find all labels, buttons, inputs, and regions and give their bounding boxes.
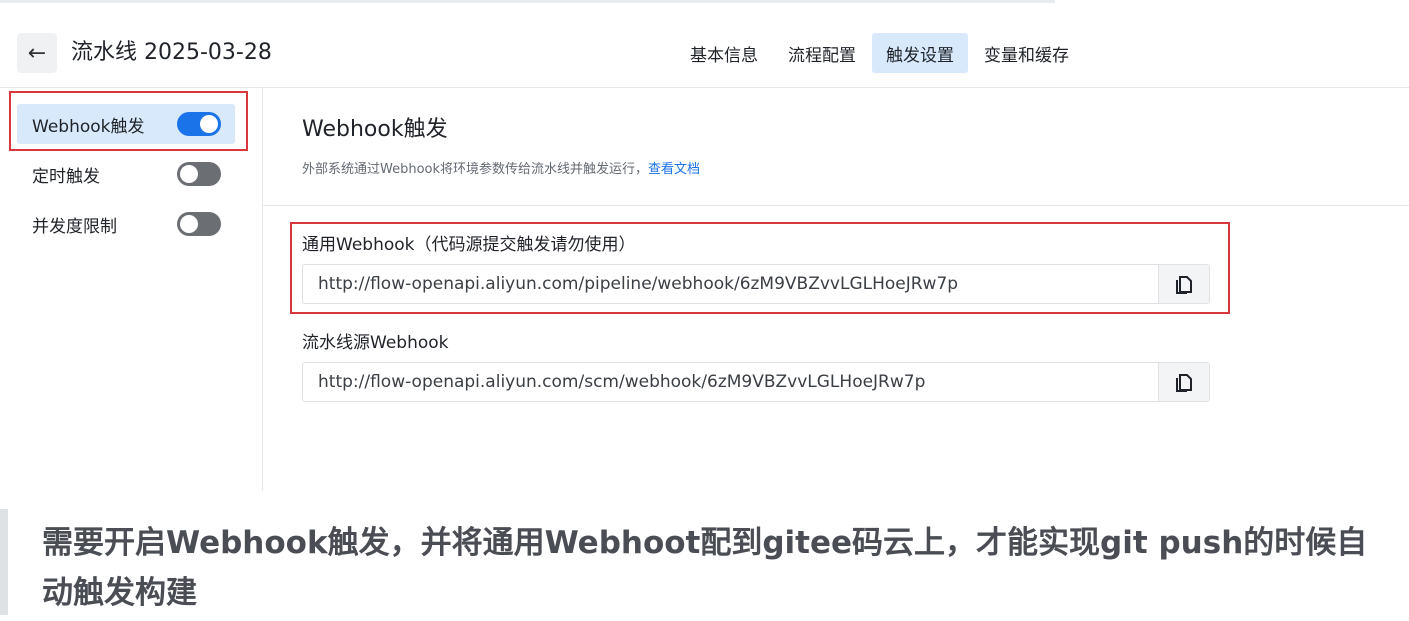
generic-webhook-label: 通用Webhook（代码源提交触发请勿使用） [302, 235, 636, 255]
pipeline-source-webhook-url-field: http://flow-openapi.aliyun.com/scm/webho… [302, 362, 1210, 402]
tab-bar: 基本信息 流程配置 触发设置 变量和缓存 [676, 33, 1085, 73]
page-title: 流水线 2025-03-28 [71, 40, 272, 65]
section-divider [263, 205, 1409, 206]
sidebar-item-label: 并发度限制 [32, 216, 117, 237]
tab-variables-cache[interactable]: 变量和缓存 [970, 33, 1083, 73]
sidebar-item-label: Webhook触发 [32, 116, 145, 137]
pipeline-source-webhook-label: 流水线源Webhook [302, 333, 449, 353]
sidebar: Webhook触发 定时触发 并发度限制 [0, 88, 263, 491]
webhook-trigger-toggle[interactable] [177, 112, 221, 136]
scheduled-trigger-toggle[interactable] [177, 162, 221, 186]
generic-webhook-url-field: http://flow-openapi.aliyun.com/pipeline/… [302, 264, 1210, 304]
toggle-knob [180, 215, 198, 233]
sidebar-item-label: 定时触发 [32, 166, 100, 187]
copy-icon [1176, 276, 1192, 294]
doc-link[interactable]: 查看文档 [648, 162, 700, 177]
toggle-knob [200, 115, 218, 133]
copy-icon [1176, 374, 1192, 392]
tab-basic-info[interactable]: 基本信息 [676, 33, 772, 73]
copy-generic-webhook-button[interactable] [1158, 265, 1209, 303]
content-description: 外部系统通过Webhook将环境参数传给流水线并触发运行，查看文档 [302, 160, 700, 180]
back-button[interactable]: ← [17, 33, 57, 73]
tab-trigger-settings[interactable]: 触发设置 [872, 33, 968, 73]
toggle-knob [180, 165, 198, 183]
annotation-note: 需要开启Webhook触发，并将通用Webhoot配到gitee码云上，才能实现… [42, 525, 1368, 611]
sidebar-item-scheduled-trigger[interactable]: 定时触发 [17, 154, 235, 194]
sidebar-item-concurrency-limit[interactable]: 并发度限制 [17, 204, 235, 244]
content-title: Webhook触发 [302, 117, 448, 142]
description-text: 外部系统通过Webhook将环境参数传给流水线并触发运行， [302, 162, 649, 177]
back-arrow-icon: ← [27, 40, 47, 66]
pipeline-source-webhook-url[interactable]: http://flow-openapi.aliyun.com/scm/webho… [303, 363, 1158, 401]
tab-flow-config[interactable]: 流程配置 [774, 33, 870, 73]
blockquote-bar [0, 509, 8, 615]
sidebar-item-webhook-trigger[interactable]: Webhook触发 [17, 104, 235, 144]
page-header: ← 流水线 2025-03-28 基本信息 流程配置 触发设置 变量和缓存 [0, 3, 1409, 88]
copy-pipeline-source-webhook-button[interactable] [1158, 363, 1209, 401]
concurrency-limit-toggle[interactable] [177, 212, 221, 236]
generic-webhook-url[interactable]: http://flow-openapi.aliyun.com/pipeline/… [303, 265, 1158, 303]
